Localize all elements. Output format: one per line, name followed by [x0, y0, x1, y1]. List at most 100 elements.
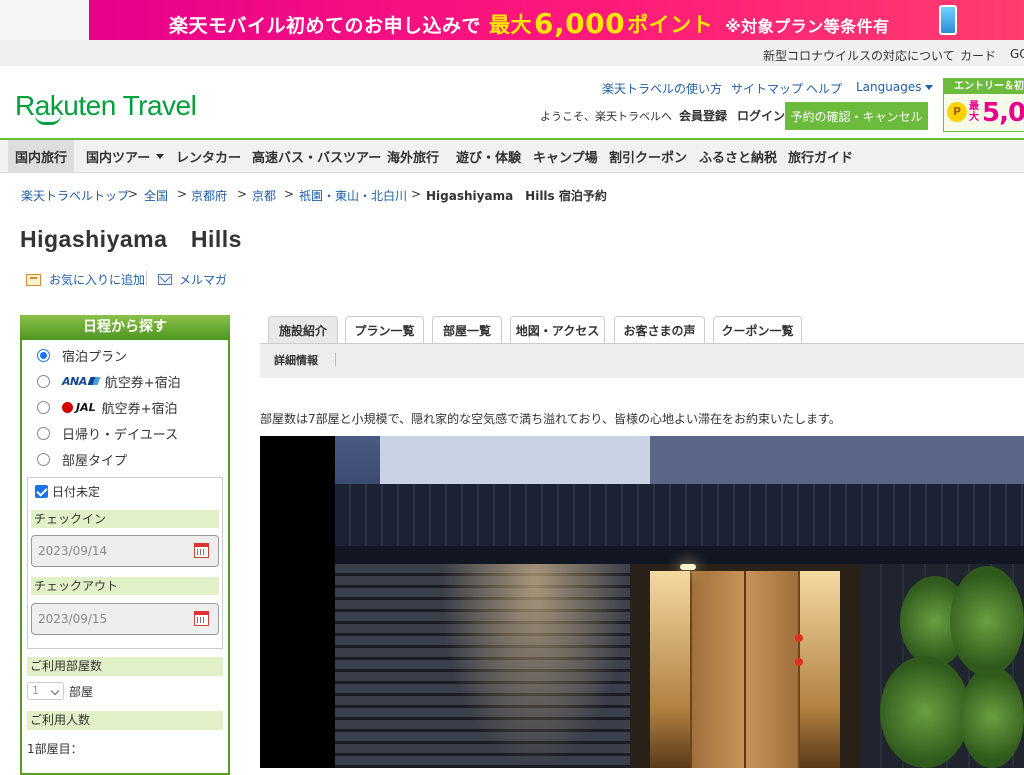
- caret-down-icon: [925, 85, 934, 90]
- nav-domestic-tour[interactable]: 国内ツアー: [86, 140, 165, 173]
- promo-area: 楽天モバイル初めてのお申し込みで 最大6,000ポイント ※対象プラン等条件有: [0, 0, 1024, 40]
- card-link[interactable]: カード: [960, 47, 996, 64]
- entry-campaign-body: P 最大 5,00: [944, 94, 1024, 131]
- breadcrumb-separator: >: [411, 187, 422, 201]
- entry-campaign-banner[interactable]: エントリー＆初 P 最大 5,00: [943, 78, 1024, 132]
- breadcrumb-separator: >: [284, 187, 295, 201]
- photo-door-split: [744, 571, 746, 768]
- promo-points: ポイント: [627, 13, 714, 37]
- guests-label: ご利用人数: [27, 711, 223, 730]
- radio-button[interactable]: [37, 375, 50, 388]
- nav-overseas[interactable]: 海外旅行: [387, 140, 439, 173]
- option-day-use[interactable]: 日帰り・デイユース: [37, 424, 178, 443]
- entry-max: 最大: [969, 101, 979, 123]
- date-undecided-label: 日付未定: [52, 485, 101, 499]
- calendar-icon[interactable]: [194, 611, 209, 626]
- page-title: Higashiyama Hills: [20, 226, 242, 252]
- nav-campsite[interactable]: キャンプ場: [533, 140, 598, 173]
- checkin-date-value: 2023/09/14: [38, 544, 108, 558]
- global-nav: 国内旅行 国内ツアー レンタカー 高速バス・バスツアー 海外旅行 遊び・体験 キ…: [0, 138, 1024, 173]
- rooms-label: ご利用部屋数: [27, 657, 223, 676]
- nav-rental-car[interactable]: レンタカー: [176, 140, 241, 173]
- nav-guide[interactable]: 旅行ガイド: [788, 140, 853, 173]
- checkin-label: チェックイン: [31, 510, 219, 528]
- tab-plans[interactable]: プラン一覧: [345, 316, 424, 343]
- entry-number: 5,00: [982, 98, 1024, 128]
- rooms-select[interactable]: 1: [27, 682, 64, 700]
- subtab-details[interactable]: 詳細情報: [274, 352, 318, 368]
- nav-coupon[interactable]: 割引クーポン: [609, 140, 687, 173]
- breadcrumb-prefecture[interactable]: 京都府: [191, 187, 227, 204]
- radio-button[interactable]: [37, 401, 50, 414]
- option-room-type[interactable]: 部屋タイプ: [37, 450, 127, 469]
- radio-button[interactable]: [37, 427, 50, 440]
- howto-link[interactable]: 楽天トラベルの使い方: [602, 80, 722, 97]
- photo-eave: [335, 546, 1024, 564]
- nav-furusato[interactable]: ふるさと納税: [699, 140, 777, 173]
- photo-red-light: [795, 634, 803, 642]
- search-panel-title: 日程から探す: [20, 315, 230, 340]
- jal-logo-icon: JAL: [62, 401, 96, 414]
- languages-menu[interactable]: Languages: [856, 80, 934, 94]
- point-coin-icon: P: [947, 102, 967, 122]
- tab-coupons[interactable]: クーポン一覧: [713, 316, 802, 343]
- add-favorite-link[interactable]: お気に入りに追加: [26, 271, 145, 288]
- help-link[interactable]: ヘルプ: [806, 80, 842, 97]
- rooms-unit: 部屋: [69, 685, 94, 699]
- photo-tree: [880, 656, 970, 768]
- photo-light-glow: [440, 564, 630, 768]
- hotel-photo[interactable]: [260, 436, 1024, 768]
- tab-reviews[interactable]: お客さまの声: [614, 316, 705, 343]
- promo-banner[interactable]: 楽天モバイル初めてのお申し込みで 最大6,000ポイント ※対象プラン等条件有: [89, 0, 1024, 40]
- ana-logo-icon: ANA: [62, 375, 101, 388]
- checkbox-checked[interactable]: [35, 485, 48, 498]
- photo-red-light: [795, 658, 803, 666]
- reservation-check-button[interactable]: 予約の確認・キャンセル: [785, 102, 928, 130]
- rooms-select-value: 1: [32, 684, 39, 697]
- checkout-date-value: 2023/09/15: [38, 612, 108, 626]
- promo-main-text: 楽天モバイル初めてのお申し込みで: [169, 15, 482, 37]
- phone-icon: [939, 5, 957, 35]
- jal-logo-text: JAL: [76, 401, 96, 414]
- breadcrumb-top[interactable]: 楽天トラベルトップ: [21, 187, 129, 204]
- tab-rooms[interactable]: 部屋一覧: [432, 316, 502, 343]
- photo-lamp: [680, 564, 696, 570]
- nav-activities[interactable]: 遊び・体験: [456, 140, 521, 173]
- welcome-text: ようこそ、楽天トラベルへ: [540, 110, 672, 123]
- nav-bus[interactable]: 高速バス・バスツアー: [252, 140, 381, 173]
- go-link[interactable]: GO: [1010, 47, 1024, 61]
- mailmag-link[interactable]: メルマガ: [158, 271, 227, 288]
- option-stay-plan[interactable]: 宿泊プラン: [37, 346, 127, 365]
- covid-link[interactable]: 新型コロナウイルスの対応について: [763, 47, 955, 64]
- option-label: 部屋タイプ: [62, 454, 128, 469]
- languages-label: Languages: [856, 80, 922, 94]
- tab-map-access[interactable]: 地図・アクセス: [510, 316, 605, 343]
- option-jal-package[interactable]: JAL 航空券+宿泊: [37, 398, 178, 417]
- mail-icon: [158, 274, 172, 285]
- add-favorite-label: お気に入りに追加: [49, 273, 146, 287]
- nav-domestic-travel[interactable]: 国内旅行: [8, 140, 75, 173]
- member-register-link[interactable]: 会員登録: [679, 107, 727, 124]
- checkout-date-input[interactable]: 2023/09/15: [31, 603, 219, 635]
- sitemap-link[interactable]: サイトマップ: [731, 80, 803, 97]
- breadcrumb-area[interactable]: 祇園・東山・北白川: [299, 187, 407, 204]
- ana-logo-text: ANA: [62, 375, 87, 388]
- breadcrumb-city[interactable]: 京都: [252, 187, 276, 204]
- date-undecided-checkbox[interactable]: 日付未定: [35, 483, 100, 500]
- mailmag-label: メルマガ: [179, 273, 228, 287]
- breadcrumb-current: Higashiyama Hills 宿泊予約: [426, 189, 607, 203]
- logo-swoosh-icon: [35, 115, 61, 125]
- calendar-icon[interactable]: [194, 543, 209, 558]
- option-ana-package[interactable]: ANA 航空券+宿泊: [37, 372, 181, 391]
- radio-button-selected[interactable]: [37, 349, 50, 362]
- login-link[interactable]: ログイン: [737, 107, 785, 124]
- promo-number: 6,000: [534, 7, 626, 40]
- breadcrumb-national[interactable]: 全国: [144, 187, 168, 204]
- promo-text: 楽天モバイル初めてのお申し込みで 最大6,000ポイント ※対象プラン等条件有: [169, 6, 890, 40]
- nav-domestic-tour-label: 国内ツアー: [86, 151, 151, 166]
- checkin-date-input[interactable]: 2023/09/14: [31, 535, 219, 567]
- folder-star-icon: [26, 273, 41, 286]
- rakuten-travel-logo[interactable]: Rakuten Travel: [15, 90, 215, 130]
- tab-facility-intro[interactable]: 施設紹介: [268, 316, 338, 343]
- radio-button[interactable]: [37, 453, 50, 466]
